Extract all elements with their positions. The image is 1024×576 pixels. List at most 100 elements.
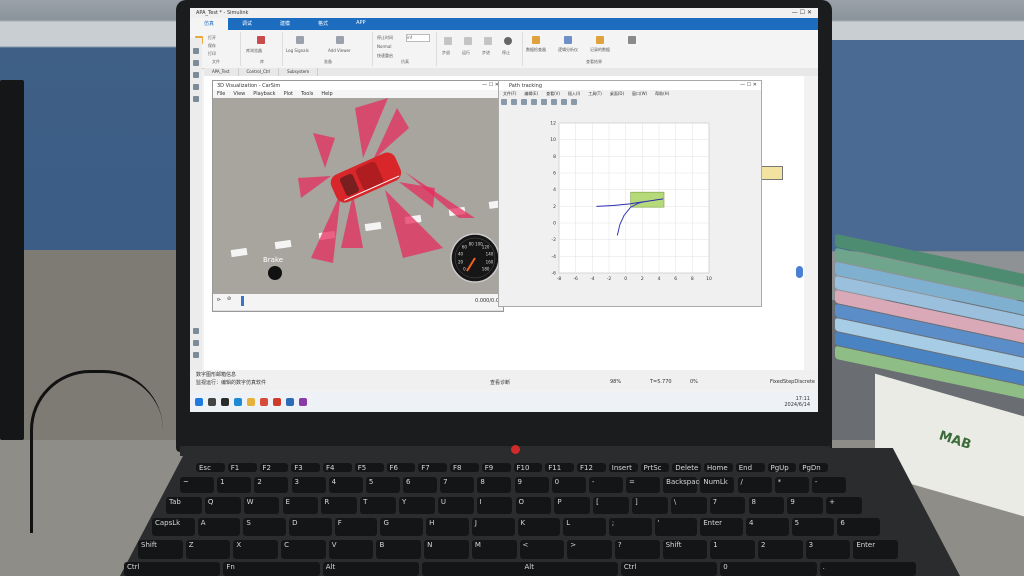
menu-file[interactable]: File xyxy=(213,90,229,98)
open-icon[interactable] xyxy=(511,99,517,105)
window-controls[interactable]: — ☐ ✕ xyxy=(792,9,812,16)
panel-icon[interactable] xyxy=(193,328,199,334)
app-icon[interactable] xyxy=(260,398,268,406)
key[interactable]: ' xyxy=(654,518,698,536)
explorer-icon[interactable] xyxy=(247,398,255,406)
key[interactable]: > xyxy=(567,540,612,559)
key[interactable]: . xyxy=(819,562,916,576)
logged-data-button[interactable]: 记录的数据 xyxy=(590,47,610,53)
run-button[interactable]: 运行 xyxy=(462,50,470,56)
key[interactable]: Alt xyxy=(322,562,420,576)
plot-area[interactable]: -8 -6 -4 -2 0 2 4 6 8 10 -6 -4 -2 0 2 4 6 8 10 12 xyxy=(499,107,761,305)
menu-plot[interactable]: Plot xyxy=(280,90,297,98)
key[interactable]: F12 xyxy=(577,463,606,472)
diagnostics-link[interactable]: 查看诊断 xyxy=(490,379,510,386)
key[interactable]: NumLk xyxy=(700,477,735,493)
menu-help[interactable]: Help xyxy=(317,90,336,98)
key[interactable]: 3 xyxy=(291,477,326,493)
key[interactable]: Alt xyxy=(521,562,618,576)
logic-analyzer-icon[interactable] xyxy=(564,36,572,44)
key[interactable]: F6 xyxy=(386,463,416,472)
fit-view-icon[interactable] xyxy=(193,60,199,66)
record-icon[interactable]: ⊘ xyxy=(227,296,237,305)
tab-app[interactable]: APP xyxy=(342,18,379,30)
key[interactable]: F9 xyxy=(481,463,511,472)
key[interactable]: P xyxy=(554,497,591,514)
key[interactable]: PgUp xyxy=(767,463,797,472)
plot-menu-item[interactable]: 编辑(E) xyxy=(520,90,542,98)
key[interactable]: - xyxy=(588,477,623,493)
key[interactable]: X xyxy=(233,540,279,559)
print-icon[interactable] xyxy=(531,99,537,105)
menu-playback[interactable]: Playback xyxy=(249,90,279,98)
key[interactable]: F4 xyxy=(323,463,352,472)
key[interactable]: F8 xyxy=(450,463,479,472)
new-figure-icon[interactable] xyxy=(501,99,507,105)
panel-icon[interactable] xyxy=(193,352,199,358)
step-forward-icon[interactable] xyxy=(484,37,492,45)
step-forward-button[interactable]: 步进 xyxy=(482,50,490,56)
search-icon[interactable] xyxy=(208,398,216,406)
menu-tools[interactable]: Tools xyxy=(297,90,317,98)
stop-button[interactable]: 停止 xyxy=(502,50,510,56)
model-tab[interactable]: APA_Test xyxy=(204,68,239,76)
key[interactable]: * xyxy=(774,477,809,493)
key[interactable]: T xyxy=(360,497,396,514)
key[interactable]: I xyxy=(476,497,513,514)
key[interactable]: Tab xyxy=(166,497,202,514)
key[interactable]: 1 xyxy=(217,477,252,493)
plot-menu-item[interactable]: 工具(T) xyxy=(584,90,606,98)
data-inspector-button[interactable]: 数据检查器 xyxy=(526,47,546,53)
key[interactable]: End xyxy=(735,463,765,472)
app-icon[interactable] xyxy=(286,398,294,406)
clock[interactable]: 17:11 2024/6/14 xyxy=(784,396,810,408)
key[interactable]: PgDn xyxy=(799,463,828,472)
step-back-icon[interactable] xyxy=(444,37,452,45)
model-tab[interactable]: Control_Ctrl xyxy=(239,68,280,76)
key[interactable]: F11 xyxy=(545,463,574,472)
key[interactable]: F1 xyxy=(227,463,257,472)
plot-menu-item[interactable]: 帮助(H) xyxy=(651,90,673,98)
key[interactable]: Z xyxy=(185,540,231,559)
key[interactable]: - xyxy=(811,477,846,493)
tab-debug[interactable]: 调试 xyxy=(228,18,266,30)
key[interactable]: / xyxy=(737,477,772,493)
key[interactable]: L xyxy=(563,518,606,536)
key[interactable]: F3 xyxy=(291,463,320,472)
viewer-window-controls[interactable]: — ☐ ✕ xyxy=(482,82,499,88)
key[interactable]: F xyxy=(334,518,378,536)
key[interactable]: Home xyxy=(704,463,733,472)
arrow-icon[interactable] xyxy=(193,72,199,78)
key[interactable]: Esc xyxy=(196,463,225,472)
key[interactable]: Shift xyxy=(662,540,708,559)
key[interactable]: \ xyxy=(670,497,707,514)
key[interactable]: J xyxy=(471,518,515,536)
plot-menu-item[interactable]: 查看(V) xyxy=(542,90,564,98)
key[interactable]: Fn xyxy=(223,562,320,576)
key[interactable]: < xyxy=(519,540,565,559)
key[interactable]: 5 xyxy=(365,477,400,493)
key[interactable]: 1 xyxy=(710,540,755,559)
menu-view[interactable]: View xyxy=(229,90,249,98)
key[interactable]: Delete xyxy=(672,463,701,472)
key[interactable]: M xyxy=(471,540,517,559)
key[interactable]: V xyxy=(328,540,374,559)
library-browser-button[interactable]: 库浏览器 xyxy=(246,48,262,54)
save-button[interactable]: 保存 xyxy=(208,43,216,49)
key[interactable]: 4 xyxy=(328,477,363,493)
key[interactable]: Backspace xyxy=(663,477,704,493)
add-viewer-icon[interactable] xyxy=(336,36,344,44)
key[interactable]: 5 xyxy=(791,518,835,536)
play-icon[interactable]: ⊳ xyxy=(217,297,221,303)
sim-mode-select[interactable]: Normal xyxy=(377,44,391,49)
open-button[interactable]: 打开 xyxy=(208,35,216,41)
key[interactable]: F7 xyxy=(418,463,447,472)
key[interactable]: ? xyxy=(614,540,660,559)
key[interactable]: 6 xyxy=(837,518,880,536)
app-icon[interactable] xyxy=(299,398,307,406)
plot-menu-item[interactable]: 桌面(D) xyxy=(606,90,628,98)
pan-icon[interactable] xyxy=(551,99,557,105)
key[interactable]: ] xyxy=(632,497,668,514)
scroll-handle[interactable] xyxy=(796,266,803,278)
key[interactable]: 3 xyxy=(805,540,851,559)
